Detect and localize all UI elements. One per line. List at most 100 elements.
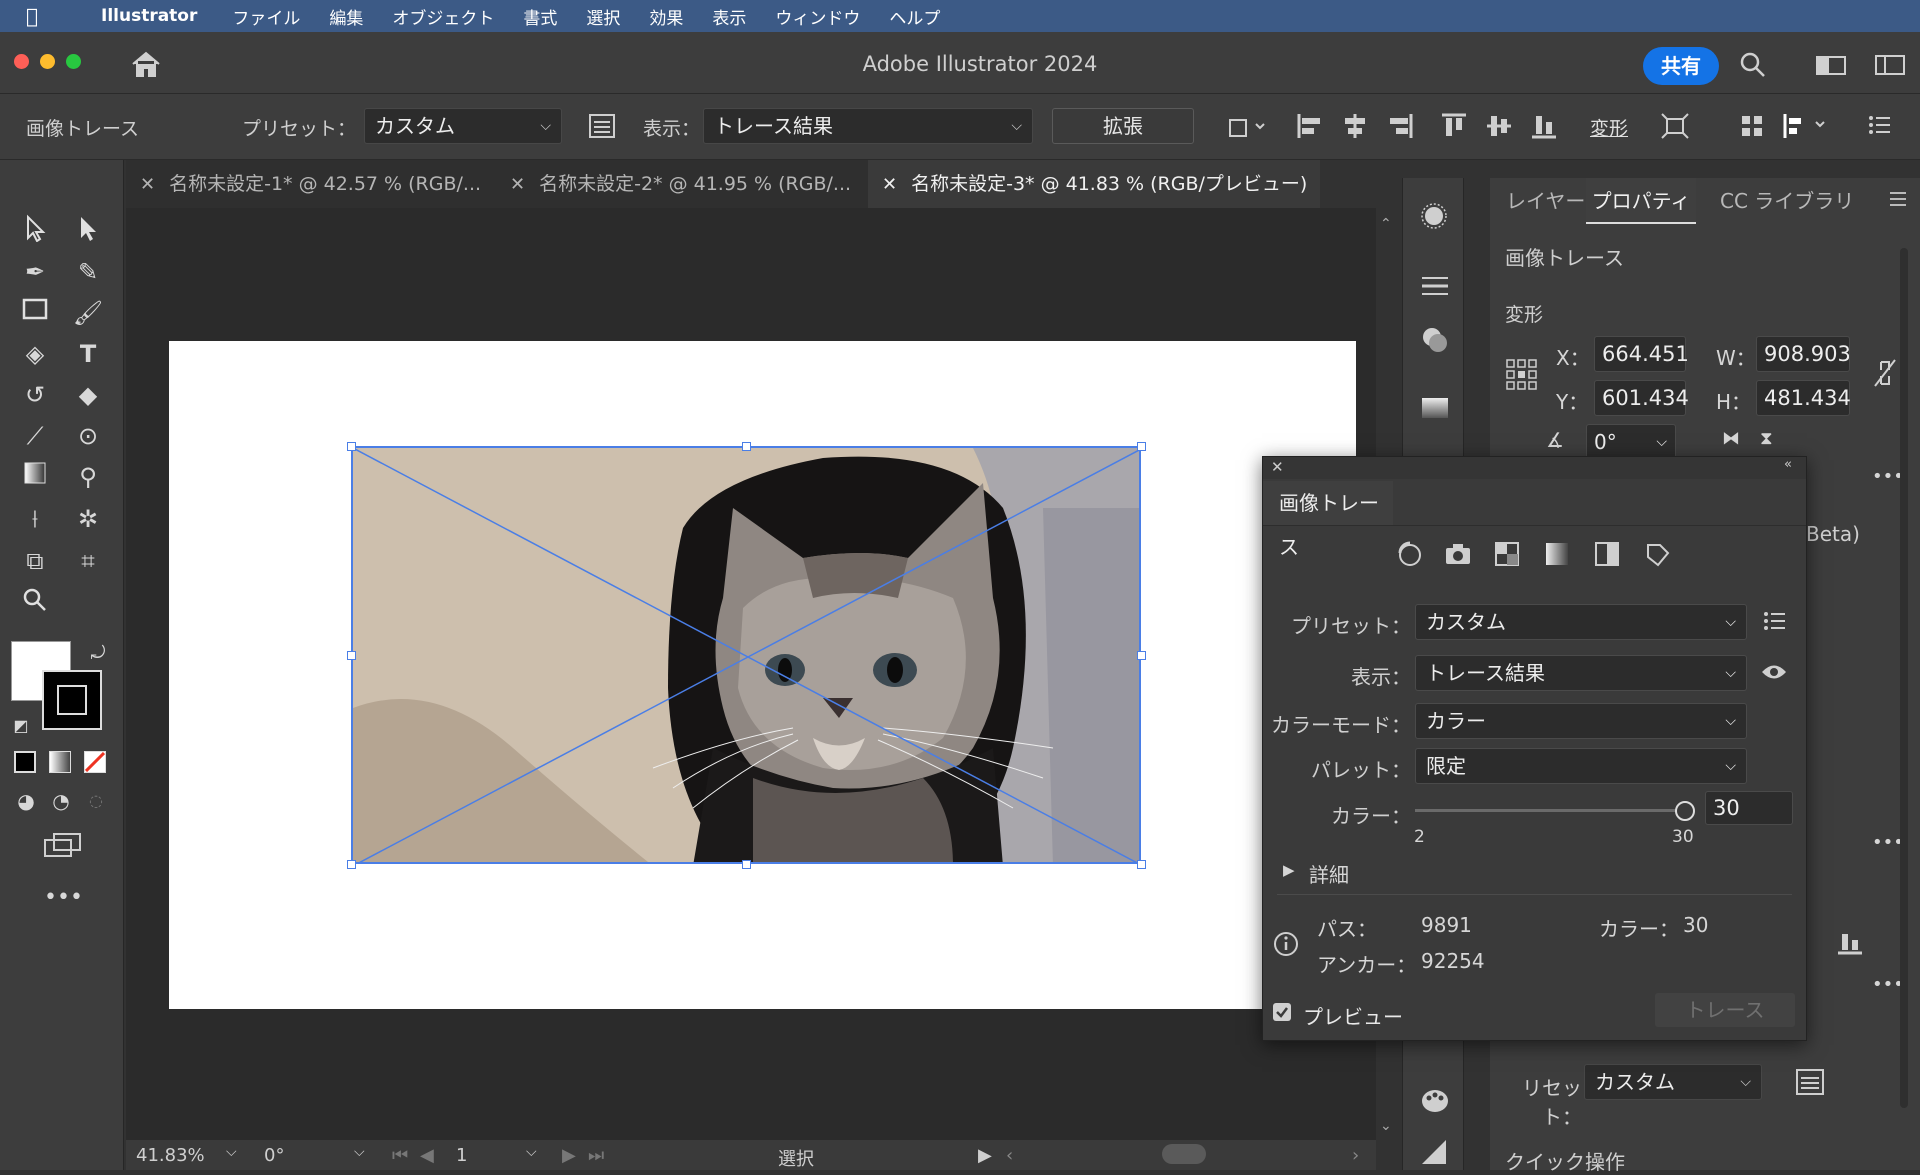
apple-icon[interactable]: : [26, 4, 58, 28]
colors-slider-thumb[interactable]: [1675, 801, 1695, 821]
curvature-tool-icon[interactable]: ✎: [72, 256, 104, 288]
handle-bottom-left[interactable]: [347, 860, 356, 869]
align-center-h-icon[interactable]: [1341, 112, 1369, 145]
handle-left[interactable]: [347, 651, 356, 660]
reference-point-icon[interactable]: [1505, 358, 1539, 396]
width-tool-icon[interactable]: ⟋: [19, 420, 51, 452]
panel-options-icon[interactable]: [1888, 190, 1908, 212]
collapse-icon[interactable]: «: [1784, 457, 1792, 472]
eyedropper-tool-icon[interactable]: ⟊: [19, 503, 51, 535]
x-position-field[interactable]: 664.451: [1594, 336, 1689, 372]
handle-bottom-right[interactable]: [1137, 860, 1146, 869]
low-color-icon[interactable]: [1494, 541, 1520, 571]
traced-image[interactable]: [351, 446, 1141, 864]
pathfinder-icon[interactable]: [1420, 325, 1450, 360]
high-color-icon[interactable]: [1444, 541, 1472, 571]
control-view-dropdown[interactable]: トレース結果 ⌵: [703, 108, 1033, 144]
direct-selection-tool-icon[interactable]: [72, 214, 104, 246]
zoom-tool-icon[interactable]: [19, 587, 51, 619]
status-menu-icon[interactable]: ▶: [978, 1145, 992, 1166]
distribute-icon[interactable]: [1782, 112, 1832, 145]
chevron-down-icon[interactable]: ⌵: [526, 1144, 537, 1160]
rotation-field[interactable]: 0° ⌵: [1586, 424, 1676, 460]
menu-type[interactable]: 書式: [523, 4, 557, 29]
zoom-level[interactable]: 41.83%: [136, 1145, 205, 1166]
pen-tool-icon[interactable]: ✒: [19, 256, 51, 288]
menu-help[interactable]: ヘルプ: [889, 4, 940, 29]
eraser-tool-icon[interactable]: ◆: [72, 379, 104, 411]
close-icon[interactable]: ✕: [1271, 458, 1284, 476]
tab-document-3[interactable]: ✕ 名称未設定-3* @ 41.83 % (RGB/プレビュー): [868, 160, 1320, 208]
shape-builder-tool-icon[interactable]: ⧉: [19, 545, 51, 577]
search-icon[interactable]: [1740, 52, 1766, 83]
menu-app-name[interactable]: Illustrator: [101, 6, 197, 26]
trace-preset-dropdown[interactable]: カスタム ⌵: [1415, 604, 1747, 640]
align-bottom-small-icon[interactable]: [1836, 928, 1864, 960]
more-tools-icon[interactable]: •••: [44, 882, 83, 914]
trace-button[interactable]: トレース: [1655, 993, 1795, 1027]
menu-file[interactable]: ファイル: [232, 4, 300, 29]
rotate-view-value[interactable]: 0°: [264, 1145, 284, 1166]
preset-list-icon[interactable]: [589, 114, 615, 143]
handle-right[interactable]: [1137, 651, 1146, 660]
share-button[interactable]: 共有: [1643, 47, 1719, 85]
height-field[interactable]: 481.434: [1756, 380, 1851, 416]
flip-horizontal-icon[interactable]: ⧓: [1722, 428, 1740, 449]
menu-window[interactable]: ウィンドウ: [775, 4, 860, 29]
gradient-tool-icon[interactable]: [19, 461, 51, 493]
align-left-icon[interactable]: [1296, 112, 1324, 145]
dialog-tab-image-trace[interactable]: 画像トレース: [1263, 481, 1393, 559]
y-position-field[interactable]: 601.434: [1594, 380, 1689, 416]
chevron-down-icon[interactable]: ⌵: [354, 1144, 365, 1160]
menu-edit[interactable]: 編集: [329, 4, 363, 29]
tab-document-2[interactable]: ✕ 名称未設定-2* @ 41.95 % (RGB/...: [496, 160, 864, 208]
menu-view[interactable]: 表示: [712, 4, 746, 29]
colors-slider-track[interactable]: [1415, 809, 1685, 812]
outline-icon[interactable]: [1644, 541, 1670, 571]
dialog-titlebar[interactable]: [1263, 457, 1806, 479]
menu-select[interactable]: 選択: [586, 4, 620, 29]
none-mode-icon[interactable]: [84, 751, 106, 773]
preset-dropdown[interactable]: カスタム ⌵: [1584, 1064, 1762, 1100]
gradient-mode-icon[interactable]: [49, 751, 71, 773]
shaper-tool-icon[interactable]: ◈: [19, 338, 51, 370]
color-guide-icon[interactable]: [1420, 1088, 1450, 1119]
stroke-panel-icon[interactable]: [1420, 274, 1450, 303]
align-center-v-icon[interactable]: [1485, 112, 1513, 145]
trace-view-dropdown[interactable]: トレース結果 ⌵: [1415, 655, 1747, 691]
close-icon[interactable]: ✕: [882, 174, 897, 195]
constrain-proportions-icon[interactable]: [1873, 358, 1897, 392]
scroll-left-icon[interactable]: ‹: [1006, 1145, 1013, 1166]
manage-presets-icon[interactable]: [1763, 611, 1787, 635]
color-mode-icon[interactable]: [14, 751, 36, 773]
panel-scrollbar[interactable]: [1900, 248, 1908, 1108]
panel-menu-icon[interactable]: [1868, 114, 1892, 141]
grayscale-icon[interactable]: [1544, 541, 1570, 571]
handle-top-left[interactable]: [347, 442, 356, 451]
rectangle-tool-icon[interactable]: [19, 297, 51, 329]
panels-layout-icon[interactable]: [1875, 54, 1905, 81]
auto-color-icon[interactable]: [1394, 539, 1424, 573]
rotate-tool-icon[interactable]: ↺: [19, 379, 51, 411]
expand-button[interactable]: 拡張: [1052, 108, 1194, 144]
transparency-icon[interactable]: [1420, 1138, 1448, 1171]
scroll-down-icon[interactable]: ⌄: [1380, 1118, 1392, 1134]
handle-top[interactable]: [742, 442, 751, 451]
preset-list-icon[interactable]: [1795, 1068, 1825, 1100]
disclosure-triangle-icon[interactable]: ▶: [1283, 861, 1295, 879]
align-to-icon[interactable]: [1228, 114, 1268, 143]
draw-inside-icon[interactable]: ◌: [80, 785, 112, 817]
color-mode-dropdown[interactable]: カラー ⌵: [1415, 703, 1747, 739]
transform-link[interactable]: 変形: [1590, 114, 1628, 141]
paintbrush-tool-icon[interactable]: 🖌: [72, 297, 104, 329]
first-artboard-icon[interactable]: ⏮: [392, 1145, 408, 1166]
last-artboard-icon[interactable]: ⏭: [588, 1145, 604, 1166]
draw-normal-icon[interactable]: ◕: [10, 785, 42, 817]
black-and-white-icon[interactable]: [1594, 541, 1620, 571]
menu-object[interactable]: オブジェクト: [392, 4, 494, 29]
scroll-up-icon[interactable]: ⌃: [1380, 216, 1392, 232]
blend-tool-icon[interactable]: ⚲: [72, 461, 104, 493]
handle-bottom[interactable]: [742, 860, 751, 869]
eye-icon[interactable]: [1761, 663, 1787, 685]
tab-layers[interactable]: レイヤー: [1506, 178, 1585, 224]
